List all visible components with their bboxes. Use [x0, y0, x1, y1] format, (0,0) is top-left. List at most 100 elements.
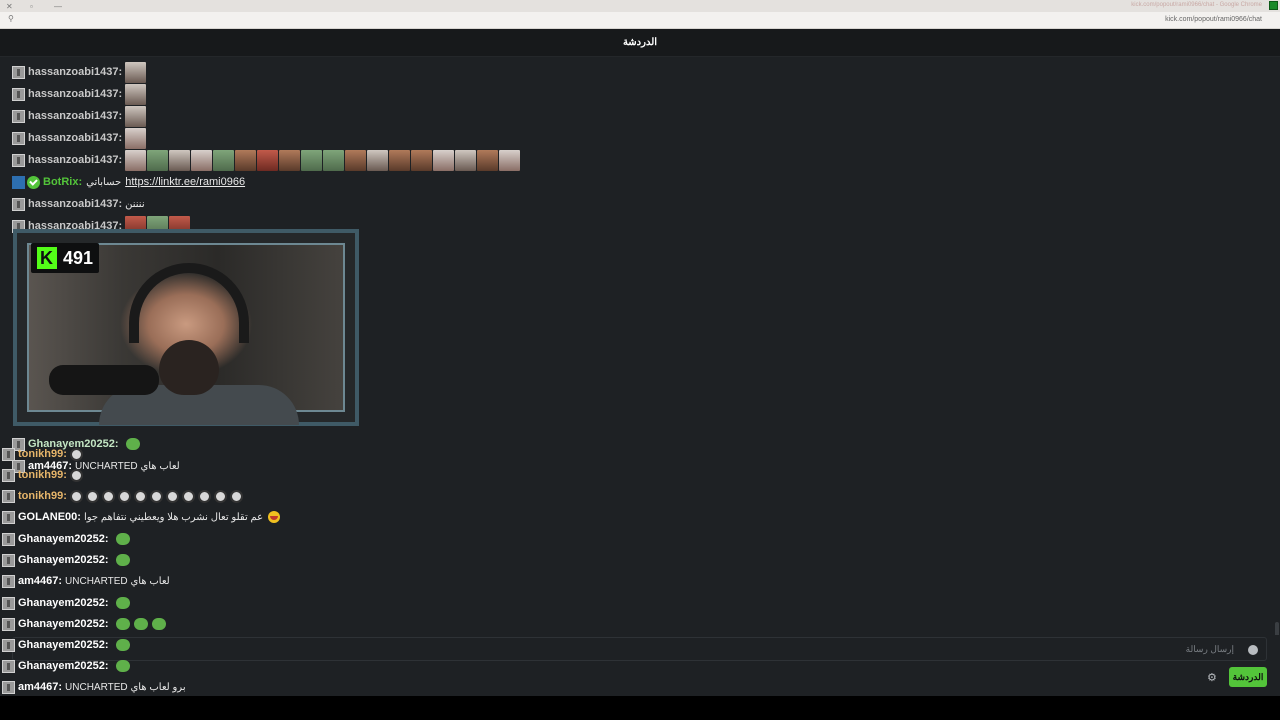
- chat-message: Ghanayem20252:: [2, 593, 130, 613]
- bot-username[interactable]: BotRix:: [43, 176, 82, 188]
- chat-username[interactable]: Ghanayem20252:: [18, 660, 109, 672]
- subscriber-badge-icon: [2, 489, 15, 503]
- skull-emote-icon: [117, 489, 131, 503]
- chat-username[interactable]: hassanzoabi1437:: [28, 132, 122, 144]
- message-placeholder: إرسال رسالة: [1185, 644, 1234, 654]
- verified-icon: [27, 175, 40, 189]
- bot-text: حساباتي: [86, 176, 122, 188]
- microphone-icon: [49, 365, 159, 395]
- message-text: UNCHARTED لعاب هاي: [75, 460, 180, 472]
- chat-username[interactable]: hassanzoabi1437:: [28, 154, 122, 166]
- subscriber-badge-icon: [2, 574, 15, 588]
- chat-message: Ghanayem20252:: [2, 614, 166, 634]
- skull-emote-icon: [133, 489, 147, 503]
- subscriber-badge-icon: [12, 109, 25, 123]
- chat-header: الدردشة: [0, 29, 1280, 57]
- chat-message: hassanzoabi1437:: [12, 61, 147, 83]
- close-window-icon[interactable]: ✕: [6, 2, 13, 11]
- chat-scrollbar[interactable]: [1275, 622, 1279, 635]
- subscriber-badge-icon: [2, 596, 15, 610]
- emote-icon: [169, 149, 191, 171]
- skull-emote-icon: [197, 489, 211, 503]
- subscriber-badge-icon: [2, 510, 15, 524]
- chat-message: GOLANE00: عم تقلو تعال نشرب هلا ويعطيني …: [2, 507, 281, 527]
- emote-icon: [411, 149, 433, 171]
- skull-emote-icon: [181, 489, 195, 503]
- pepe-emote-icon: [151, 618, 166, 630]
- pepe-emote-icon: [115, 597, 130, 609]
- chat-message: Ghanayem20252:: [2, 550, 130, 570]
- webcam-overlay: 491: [13, 229, 359, 426]
- emote-icon: [477, 149, 499, 171]
- pepe-emote-icon: [125, 438, 140, 450]
- chat-username[interactable]: hassanzoabi1437:: [28, 198, 122, 210]
- chat-username[interactable]: tonikh99:: [18, 490, 67, 502]
- chat-message: hassanzoabi1437:: [12, 127, 147, 149]
- skull-emote-icon: [69, 468, 83, 482]
- gear-icon[interactable]: ⚙: [1207, 671, 1217, 684]
- chat-title: الدردشة: [622, 37, 658, 48]
- emote-icon: [213, 149, 235, 171]
- bot-message: BotRix: حساباتي https://linktr.ee/rami09…: [12, 172, 245, 192]
- chat-message: am4467: UNCHARTED لعاب هاي: [2, 571, 170, 591]
- chat-message: hassanzoabi1437: ننننن: [12, 194, 145, 214]
- extension-icon[interactable]: [1269, 1, 1278, 10]
- chat-username[interactable]: am4467:: [18, 681, 62, 693]
- chat-message: tonikh99:: [2, 486, 246, 506]
- bot-link[interactable]: https://linktr.ee/rami0966: [125, 176, 245, 188]
- chat-message: Ghanayem20252:: [2, 635, 130, 655]
- chat-username[interactable]: hassanzoabi1437:: [28, 88, 122, 100]
- window-title: kick.com/popout/rami0966/chat - Google C…: [1131, 2, 1262, 8]
- emote-icon: [433, 149, 455, 171]
- chat-username[interactable]: Ghanayem20252:: [18, 554, 109, 566]
- chat-username[interactable]: Ghanayem20252:: [18, 639, 109, 651]
- message-text: ننننن: [125, 198, 145, 210]
- message-text: عم تقلو تعال نشرب هلا ويعطيني نتفاهم جوا: [83, 511, 264, 523]
- emoji-icon[interactable]: [1248, 645, 1258, 655]
- chat-username[interactable]: hassanzoabi1437:: [28, 66, 122, 78]
- subscriber-badge-icon: [12, 197, 25, 211]
- emote-icon: [367, 149, 389, 171]
- chat-username[interactable]: am4467:: [18, 575, 62, 587]
- restore-window-icon[interactable]: ▫: [30, 2, 33, 11]
- message-text: UNCHARTED برو لعاب هاي: [65, 681, 186, 693]
- chat-username[interactable]: Ghanayem20252:: [18, 618, 109, 630]
- chat-message: tonikh99:: [2, 465, 86, 485]
- chat-username[interactable]: tonikh99:: [18, 469, 67, 481]
- smile-emoji-icon: [268, 511, 281, 523]
- subscriber-badge-icon: [12, 87, 25, 101]
- emote-icon: [235, 149, 257, 171]
- bottom-bar: [0, 696, 1280, 720]
- emote-icon: [191, 149, 213, 171]
- emote-icon: [345, 149, 367, 171]
- site-info-icon[interactable]: ⚲: [8, 14, 14, 23]
- chat-input-area: إرسال رسالة Ghanayem20252: Ghanayem20252…: [0, 635, 1280, 696]
- emote-icon: [499, 149, 521, 171]
- emote-icon: [147, 149, 169, 171]
- skull-emote-icon: [85, 489, 99, 503]
- streamer-beard: [159, 340, 219, 395]
- send-chat-button[interactable]: الدردشة: [1229, 667, 1267, 687]
- chat-username[interactable]: GOLANE00:: [18, 511, 81, 523]
- address-bar[interactable]: ⚲ kick.com/popout/rami0966/chat: [0, 12, 1280, 29]
- skull-emote-icon: [229, 489, 243, 503]
- pepe-emote-icon: [133, 618, 148, 630]
- browser-titlebar: ✕ ▫ — kick.com/popout/rami0966/chat - Go…: [0, 0, 1280, 12]
- message-input[interactable]: إرسال رسالة: [12, 637, 1267, 661]
- emote-icon: [125, 127, 147, 149]
- viewer-badge: 491: [31, 243, 100, 273]
- chat-username[interactable]: Ghanayem20252:: [18, 533, 109, 545]
- chat-message: Ghanayem20252:: [2, 529, 130, 549]
- chat-message: hassanzoabi1437:: [12, 149, 521, 171]
- minimize-window-icon[interactable]: —: [54, 2, 62, 11]
- url-text[interactable]: kick.com/popout/rami0966/chat: [1165, 16, 1262, 23]
- emote-icon: [301, 149, 323, 171]
- skull-emote-icon: [101, 489, 115, 503]
- pepe-emote-icon: [115, 639, 130, 651]
- pepe-emote-icon: [115, 660, 130, 672]
- chat-username[interactable]: hassanzoabi1437:: [28, 110, 122, 122]
- emote-icon: [279, 149, 301, 171]
- subscriber-badge-icon: [2, 468, 15, 482]
- chat-username[interactable]: Ghanayem20252:: [18, 597, 109, 609]
- emote-icon: [125, 105, 147, 127]
